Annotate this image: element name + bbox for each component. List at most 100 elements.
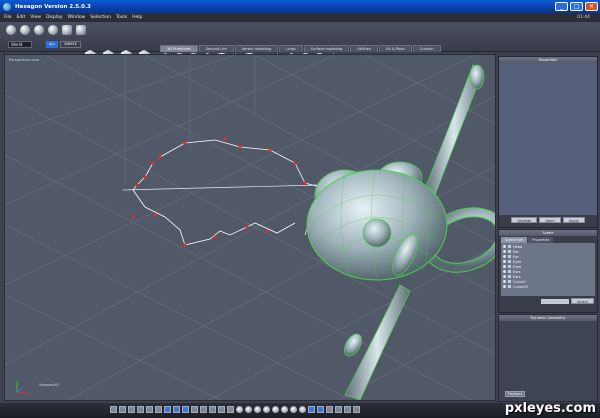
render-icon[interactable] [299,406,306,413]
menu-bar: File Edit View Display Window Selection … [0,13,600,22]
snap-vertex-icon[interactable] [317,406,324,413]
tab-uv-paint[interactable]: UV & Paint [378,45,412,52]
rotate-icon[interactable] [218,406,225,413]
zoom-icon[interactable] [209,406,216,413]
dynamic-geometry-panel: Dynamic Geometry [498,314,598,402]
select-button[interactable]: Select [571,298,594,304]
layout-quad-icon[interactable] [128,406,135,413]
menu-edit[interactable]: Edit [17,15,26,20]
lock-icon[interactable] [508,255,511,258]
layout-wide-icon[interactable] [146,406,153,413]
pan-icon[interactable] [200,406,207,413]
menu-display[interactable]: Display [46,15,63,20]
sphere-tool-icon[interactable] [48,25,58,35]
shading-smooth-icon[interactable] [254,406,261,413]
menu-selection[interactable]: Selection [90,15,111,20]
tab-utilities[interactable]: Utilities [350,45,378,52]
view-side-icon[interactable] [173,406,180,413]
snap-edge-icon[interactable] [326,406,333,413]
move-tool-icon[interactable] [34,25,44,35]
snap-grid-icon[interactable] [308,406,315,413]
apply-button[interactable]: Apply [562,217,585,223]
lock-icon[interactable] [508,260,511,263]
menu-window[interactable]: Window [68,15,86,20]
lock-icon[interactable] [508,250,511,253]
eye-icon[interactable] [503,260,506,263]
light-icon[interactable] [353,406,360,413]
close-button[interactable]: × [585,2,598,11]
perspective-viewport[interactable]: Perspective view Viewport01 [4,54,496,401]
simple-mode-button[interactable]: SIMPLE [60,41,81,48]
camera-icon[interactable] [344,406,351,413]
layout-triple-icon[interactable] [137,406,144,413]
scene-panel: Scene Scene tree Properties Head Ear Ear… [498,229,598,313]
eye-icon[interactable] [503,270,506,273]
lock-icon[interactable] [508,285,511,288]
eye-icon[interactable] [503,255,506,258]
abort-button[interactable]: Abort [539,217,561,223]
eye-icon[interactable] [503,245,506,248]
validate-button[interactable]: Validate [511,217,538,223]
frame-icon[interactable] [227,406,234,413]
shading-wire-icon[interactable] [236,406,243,413]
lock-tool-icon[interactable] [76,25,86,35]
list-item[interactable]: Curve03 [503,284,593,289]
tab-lines[interactable]: Lines [279,45,303,52]
layout-split-icon[interactable] [119,406,126,413]
lock-icon[interactable] [508,265,511,268]
lasso-tool-icon[interactable] [20,25,30,35]
watermark: pxleyes.com [504,401,596,416]
select-filter-input[interactable] [541,298,570,304]
eye-icon[interactable] [503,265,506,268]
playback-button[interactable]: Playback [505,391,525,397]
tab-3d-primitives[interactable]: 3D Primitives [160,45,198,52]
camera-label: Viewport01 [39,383,60,387]
minimize-button[interactable]: _ [555,2,568,11]
tab-vertex-modeling[interactable]: Vertex modeling [234,45,279,52]
menu-help[interactable]: Help [132,15,142,20]
view-top-icon[interactable] [182,406,189,413]
properties-panel: Properties Validate Abort Apply [498,56,598,228]
mesh-object[interactable] [306,64,496,400]
tab-surface-modeling[interactable]: Surface modeling [303,45,350,52]
menu-tools[interactable]: Tools [116,15,127,20]
lock-icon[interactable] [508,245,511,248]
shading-ao-icon[interactable] [290,406,297,413]
eye-icon[interactable] [503,285,506,288]
lock-icon[interactable] [508,270,511,273]
title-bar: Hexagon Version 2.5.0.3 _ □ × [0,0,600,13]
app-icon [3,2,11,11]
tab-custom[interactable]: Custom [412,45,441,52]
tab-second-life[interactable]: Second Life [198,45,234,52]
scene-canvas[interactable] [5,55,496,401]
spline-curve[interactable] [131,137,321,247]
view-perspective-icon[interactable] [191,406,198,413]
window-title: Hexagon Version 2.5.0.3 [15,3,91,10]
clock: 01:44 [577,15,590,20]
lock-icon[interactable] [508,275,511,278]
layout-tall-icon[interactable] [155,406,162,413]
maximize-button[interactable]: □ [570,2,583,11]
shading-shadow-icon[interactable] [281,406,288,413]
lock-icon[interactable] [508,280,511,283]
tool-tabs: 3D Primitives Second Life Vertex modelin… [160,45,441,52]
eye-icon[interactable] [503,275,506,278]
snap-face-icon[interactable] [335,406,342,413]
axis-gizmo-icon [16,381,29,394]
tab-scene-tree[interactable]: Scene tree [501,237,528,243]
main-toolbar: LOOP RING PATH 3D Primitives Second Life… [0,22,600,68]
tab-scene-properties[interactable]: Properties [528,237,554,243]
layout-single-icon[interactable] [110,406,117,413]
menu-view[interactable]: View [30,15,41,20]
eye-icon[interactable] [503,250,506,253]
coordinate-system-select[interactable]: World [8,41,32,48]
grab-tool-icon[interactable] [62,25,72,35]
menu-file[interactable]: File [4,15,12,20]
eye-icon[interactable] [503,280,506,283]
select-all-button[interactable]: ALL [46,41,59,48]
shading-texture-icon[interactable] [263,406,270,413]
shading-light-icon[interactable] [272,406,279,413]
select-tool-icon[interactable] [6,25,16,35]
view-front-icon[interactable] [164,406,171,413]
shading-flat-icon[interactable] [245,406,252,413]
